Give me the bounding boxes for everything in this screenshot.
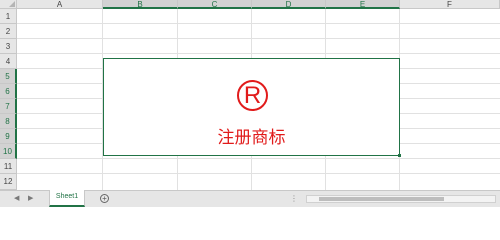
- row-header-5[interactable]: 5: [0, 69, 17, 84]
- row-header-9[interactable]: 9: [0, 129, 17, 144]
- row-header-6[interactable]: 6: [0, 84, 17, 99]
- gridline-horizontal: [17, 158, 500, 159]
- gridline-horizontal: [17, 23, 500, 24]
- row-header-2[interactable]: 2: [0, 24, 17, 39]
- trademark-textbox[interactable]: R 注册商标: [103, 58, 400, 156]
- column-header-b[interactable]: B: [103, 0, 178, 9]
- horizontal-scrollbar[interactable]: [306, 195, 496, 203]
- trademark-label: 注册商标: [217, 128, 286, 148]
- column-header-c[interactable]: C: [178, 0, 252, 9]
- row-header-11[interactable]: 11: [0, 159, 17, 174]
- column-header-a[interactable]: A: [17, 0, 103, 9]
- row-header-10[interactable]: 10: [0, 144, 17, 159]
- registered-symbol: R: [237, 80, 268, 111]
- sheet-tab-sheet1[interactable]: Sheet1: [49, 190, 85, 207]
- add-sheet-button[interactable]: +: [100, 194, 109, 203]
- select-all-corner[interactable]: [0, 0, 17, 9]
- gridline-horizontal: [17, 173, 500, 174]
- column-header-d[interactable]: D: [252, 0, 326, 9]
- prev-sheet-arrow-icon[interactable]: ◀: [14, 195, 19, 203]
- row-header-7[interactable]: 7: [0, 99, 17, 114]
- horizontal-scroll-thumb[interactable]: [319, 197, 444, 201]
- sheet-tab-bar: ◀ ▶ Sheet1 + ⋮: [0, 190, 500, 207]
- column-header-f[interactable]: F: [400, 0, 500, 9]
- row-header-12[interactable]: 12: [0, 174, 17, 190]
- select-all-triangle-icon: [9, 1, 15, 7]
- gridline-horizontal: [17, 53, 500, 54]
- tabbar-split-handle-icon[interactable]: ⋮: [290, 194, 299, 203]
- worksheet[interactable]: ABCDEF 1 2 3 4 5 6 7 8 9 10 11 12 R 注册商标: [0, 0, 500, 190]
- resize-handle[interactable]: [398, 154, 401, 157]
- row-header-3[interactable]: 3: [0, 39, 17, 54]
- column-header-e[interactable]: E: [326, 0, 400, 9]
- gridline-horizontal: [17, 38, 500, 39]
- next-sheet-arrow-icon[interactable]: ▶: [28, 195, 33, 203]
- row-header-1[interactable]: 1: [0, 9, 17, 24]
- row-header-8[interactable]: 8: [0, 114, 17, 129]
- row-header-4[interactable]: 4: [0, 54, 17, 69]
